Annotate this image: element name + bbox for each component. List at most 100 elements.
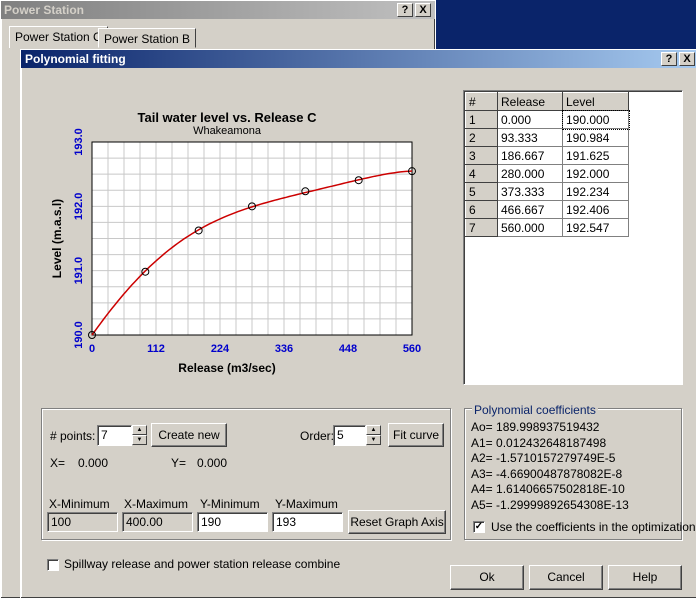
coefficient-line: A1= 0.012432648187498 bbox=[471, 435, 607, 450]
parent-help-button[interactable]: ? bbox=[397, 3, 413, 17]
data-table-frame: # Release Level 1 0.000 190.000 2 93.333 190.… bbox=[463, 90, 683, 385]
level-cell[interactable]: 190.984 bbox=[562, 128, 629, 147]
ok-button[interactable]: Ok bbox=[450, 565, 524, 590]
chart-subtitle: Whakeamona bbox=[193, 125, 262, 137]
use-coefficients-label: Use the coefficients in the optimization bbox=[491, 520, 696, 534]
table-header-row: # Release Level bbox=[465, 92, 629, 111]
table-row[interactable]: 5 373.333 192.234 bbox=[465, 182, 629, 201]
table-row[interactable]: 6 466.667 192.406 bbox=[465, 200, 629, 219]
release-cell[interactable]: 373.333 bbox=[497, 182, 563, 201]
x-tick-label: 336 bbox=[275, 343, 293, 355]
coefficient-line: A4= 1.61406657502818E-10 bbox=[471, 482, 625, 497]
level-cell[interactable]: 191.625 bbox=[562, 146, 629, 165]
order-up-arrow-icon[interactable]: ▲ bbox=[366, 425, 381, 435]
ymin-input[interactable]: 190 bbox=[197, 512, 268, 532]
row-index-cell: 6 bbox=[465, 200, 498, 219]
y-tick-label: 193.0 bbox=[73, 128, 85, 156]
points-input[interactable]: 7 bbox=[97, 425, 132, 446]
table-row[interactable]: 4 280.000 192.000 bbox=[465, 164, 629, 183]
header-index: # bbox=[465, 92, 498, 111]
x-axis-label: Release (m3/sec) bbox=[178, 361, 275, 375]
x-tick-label: 0 bbox=[89, 343, 95, 355]
row-index-cell: 1 bbox=[465, 110, 498, 129]
coefficient-line: A3= -4.66900487878082E-8 bbox=[471, 466, 623, 481]
ymax-label: Y-Maximum bbox=[275, 497, 338, 511]
spillway-checkbox[interactable] bbox=[47, 559, 59, 571]
xmin-label: X-Minimum bbox=[49, 497, 110, 511]
y-tick-label: 191.0 bbox=[73, 257, 85, 285]
y-tick-label: 192.0 bbox=[73, 193, 85, 221]
cancel-button[interactable]: Cancel bbox=[529, 565, 603, 590]
x-readout-label: X= bbox=[50, 456, 66, 470]
release-cell[interactable]: 93.333 bbox=[497, 128, 563, 147]
release-cell[interactable]: 280.000 bbox=[497, 164, 563, 183]
dialog-close-button[interactable]: X bbox=[679, 52, 695, 66]
x-tick-label: 448 bbox=[339, 343, 357, 355]
spillway-label: Spillway release and power station relea… bbox=[64, 557, 341, 571]
y-axis-label: Level (m.a.s.l) bbox=[50, 199, 64, 278]
fit-curve-button[interactable]: Fit curve bbox=[388, 423, 444, 447]
order-stepper[interactable]: ▲ ▼ bbox=[366, 425, 381, 445]
x-tick-label: 560 bbox=[403, 343, 421, 355]
row-index-cell: 3 bbox=[465, 146, 498, 165]
level-cell[interactable]: 192.234 bbox=[562, 182, 629, 201]
order-down-arrow-icon[interactable]: ▼ bbox=[366, 435, 381, 445]
table-row[interactable]: 7 560.000 192.547 bbox=[465, 218, 629, 237]
tab-power-station-c[interactable]: Power Station C bbox=[9, 26, 108, 48]
order-label: Order: bbox=[300, 429, 335, 443]
xmax-label: X-Maximum bbox=[124, 497, 189, 511]
table-row[interactable]: 1 0.000 190.000 bbox=[465, 109, 630, 130]
row-index-cell: 4 bbox=[465, 164, 498, 183]
points-stepper[interactable]: ▲ ▼ bbox=[132, 425, 147, 445]
release-cell[interactable]: 560.000 bbox=[497, 218, 563, 237]
parent-close-button[interactable]: X bbox=[415, 3, 431, 17]
x-readout-value: 0.000 bbox=[78, 456, 109, 470]
x-tick-label: 224 bbox=[211, 343, 230, 355]
y-readout-value: 0.000 bbox=[197, 456, 228, 470]
parent-title-bar: Power Station bbox=[1, 1, 435, 19]
coefficient-line: Ao= 189.998937519432 bbox=[471, 420, 600, 434]
ymin-label: Y-Minimum bbox=[200, 497, 260, 511]
level-cell[interactable]: 190.000 bbox=[561, 109, 630, 130]
table-row[interactable]: 2 93.333 190.984 bbox=[465, 128, 629, 147]
row-index-cell: 2 bbox=[465, 128, 498, 147]
checkmark-icon: ✓ bbox=[474, 521, 484, 532]
row-index-cell: 7 bbox=[465, 218, 498, 237]
data-table: # Release Level 1 0.000 190.000 2 93.333 190.… bbox=[465, 92, 630, 237]
header-level: Level bbox=[562, 92, 629, 111]
release-cell[interactable]: 0.000 bbox=[497, 110, 563, 129]
points-up-arrow-icon[interactable]: ▲ bbox=[132, 425, 147, 435]
fit-chart: 0 112 224 336 448 560 190.0 191.0 192.0 193.0 Tail… bbox=[50, 110, 421, 375]
create-new-button[interactable]: Create new bbox=[151, 423, 227, 447]
dialog-title-bar: Polynomial fitting bbox=[21, 50, 696, 68]
coefficient-line: A5= -1.29999892654308E-13 bbox=[471, 497, 629, 512]
polynomial-dialog: Polynomial fitting ? X 0 112 224 336 448 560 1… bbox=[20, 49, 696, 599]
tab-power-station-b[interactable]: Power Station B bbox=[98, 28, 197, 48]
order-input[interactable]: 5 bbox=[333, 425, 366, 446]
help-button[interactable]: Help bbox=[608, 565, 682, 590]
ymax-input[interactable]: 193 bbox=[272, 512, 343, 532]
use-coefficients-checkbox[interactable]: ✓ bbox=[473, 521, 485, 533]
points-down-arrow-icon[interactable]: ▼ bbox=[132, 435, 147, 445]
table-row[interactable]: 3 186.667 191.625 bbox=[465, 146, 629, 165]
row-index-cell: 5 bbox=[465, 182, 498, 201]
dialog-help-button[interactable]: ? bbox=[661, 52, 677, 66]
coefficients-list: Ao= 189.998937519432 A1= 0.01243264818749… bbox=[471, 420, 629, 514]
level-cell[interactable]: 192.000 bbox=[562, 164, 629, 183]
parent-title: Power Station bbox=[4, 3, 85, 17]
points-label: # points: bbox=[50, 429, 96, 443]
level-cell[interactable]: 192.406 bbox=[562, 200, 629, 219]
release-cell[interactable]: 466.667 bbox=[497, 200, 563, 219]
y-tick-label: 190.0 bbox=[73, 321, 85, 349]
coefficients-title: Polynomial coefficients bbox=[472, 403, 598, 417]
y-readout-label: Y= bbox=[171, 456, 187, 470]
reset-graph-axis-button[interactable]: Reset Graph Axis bbox=[348, 510, 446, 534]
coefficient-line: A2= -1.5710157279749E-5 bbox=[471, 451, 616, 466]
header-release: Release bbox=[497, 92, 563, 111]
x-tick-label: 112 bbox=[147, 343, 165, 355]
dialog-title: Polynomial fitting bbox=[25, 52, 126, 66]
release-cell[interactable]: 186.667 bbox=[497, 146, 563, 165]
level-cell[interactable]: 192.547 bbox=[562, 218, 629, 237]
xmin-field: 100 bbox=[47, 512, 118, 532]
xmax-field: 400.00 bbox=[122, 512, 193, 532]
